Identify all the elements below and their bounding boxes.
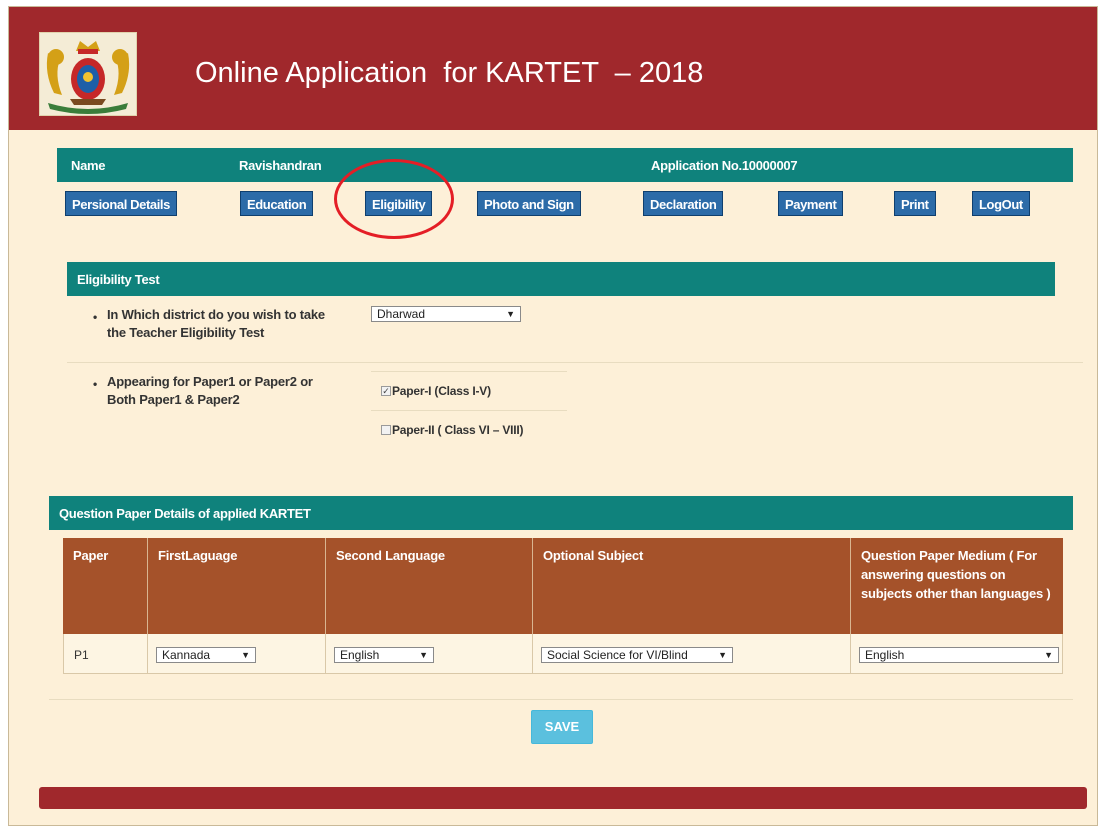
district-question-line-1: In Which district do you wish to take [107, 307, 325, 322]
divider [371, 410, 567, 411]
applicant-info-bar: Name Ravishandran Application No.1000000… [57, 148, 1073, 182]
question-paper-details-title: Question Paper Details of applied KARTET [59, 506, 311, 521]
paper-question-line-1: Appearing for Paper1 or Paper2 or [107, 374, 313, 389]
applicant-name: Ravishandran [239, 158, 322, 173]
dropdown-arrow-icon: ▼ [506, 309, 515, 319]
question-paper-details-header: Question Paper Details of applied KARTET [49, 496, 1073, 530]
paper1-checkbox[interactable]: ✓ [381, 386, 391, 396]
karnataka-emblem-icon [39, 32, 137, 116]
nav-education-button[interactable]: Education [240, 191, 314, 216]
district-question: In Which district do you wish to take th… [107, 306, 325, 342]
district-question-line-2: the Teacher Eligibility Test [107, 325, 265, 340]
application-page: Online Application for KARTET – 2018 Nam… [8, 6, 1098, 826]
divider [49, 699, 1073, 700]
table-cell: P1 [63, 634, 148, 674]
paper2-checkbox[interactable] [381, 425, 391, 435]
save-button[interactable]: SAVE [531, 710, 593, 744]
header-first-language: FirstLaguage [148, 538, 326, 634]
nav-declaration-button[interactable]: Declaration [643, 191, 724, 216]
application-number: Application No.10000007 [651, 158, 798, 173]
district-select-value: Dharwad [377, 307, 426, 321]
header-medium: Question Paper Medium ( For answering qu… [851, 538, 1063, 634]
page-title: Online Application for KARTET – 2018 [195, 57, 704, 89]
eligibility-test-title: Eligibility Test [77, 272, 160, 287]
nav-payment-button[interactable]: Payment [778, 191, 844, 216]
divider [67, 362, 1083, 363]
paper1-label: Paper-I (Class I-V) [392, 384, 491, 398]
table-cell: Social Science for VI/Blind ▼ [533, 634, 851, 674]
dropdown-arrow-icon: ▼ [241, 650, 250, 660]
paper2-label: Paper-II ( Class VI – VIII) [392, 423, 524, 437]
table-cell: Kannada ▼ [148, 634, 326, 674]
header-second-language: Second Language [326, 538, 533, 634]
header-paper: Paper [63, 538, 148, 634]
dropdown-arrow-icon: ▼ [1044, 650, 1053, 660]
paper-question: Appearing for Paper1 or Paper2 or Both P… [107, 373, 313, 409]
bullet-icon: • [93, 310, 98, 324]
table-cell: English ▼ [326, 634, 533, 674]
medium-select[interactable]: English ▼ [859, 647, 1059, 663]
first-language-value: Kannada [162, 648, 211, 662]
first-language-select[interactable]: Kannada ▼ [156, 647, 256, 663]
nav-logout-button[interactable]: LogOut [972, 191, 1030, 216]
header-optional-subject: Optional Subject [533, 538, 851, 634]
second-language-value: English [340, 648, 380, 662]
nav-bar: Persional Details Education Eligibility … [9, 191, 1097, 219]
divider [371, 371, 567, 372]
paper-value: P1 [74, 648, 89, 662]
dropdown-arrow-icon: ▼ [718, 650, 727, 660]
nav-photo-and-sign-button[interactable]: Photo and Sign [477, 191, 581, 216]
table-cell: English ▼ [851, 634, 1063, 674]
bullet-icon: • [93, 377, 98, 391]
name-label: Name [71, 158, 106, 173]
question-paper-table: Paper FirstLaguage Second Language Optio… [63, 538, 1063, 674]
second-language-select[interactable]: English ▼ [334, 647, 434, 663]
nav-eligibility-button[interactable]: Eligibility [365, 191, 433, 216]
dropdown-arrow-icon: ▼ [419, 650, 428, 660]
nav-print-button[interactable]: Print [894, 191, 936, 216]
paper-question-line-2: Both Paper1 & Paper2 [107, 392, 240, 407]
medium-value: English [865, 648, 905, 662]
optional-subject-value: Social Science for VI/Blind [547, 648, 688, 662]
eligibility-test-header: Eligibility Test [67, 262, 1055, 296]
footer-bar [39, 787, 1087, 809]
header-banner: Online Application for KARTET – 2018 [9, 7, 1097, 130]
district-select[interactable]: Dharwad ▼ [371, 306, 521, 322]
optional-subject-select[interactable]: Social Science for VI/Blind ▼ [541, 647, 733, 663]
nav-personal-details-button[interactable]: Persional Details [65, 191, 177, 216]
